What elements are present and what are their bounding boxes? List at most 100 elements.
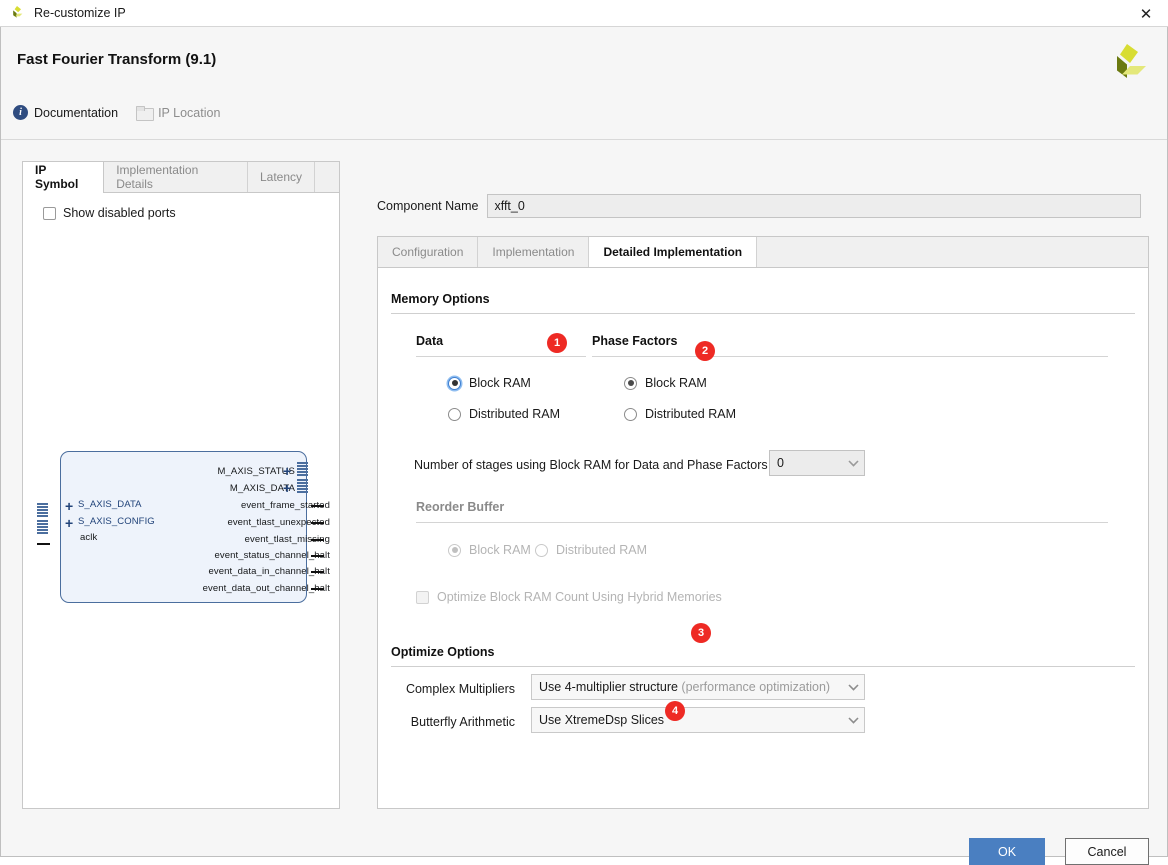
radio-reorder-block-ram: Block RAM xyxy=(448,543,531,557)
close-icon[interactable]: ✕ xyxy=(1124,0,1168,27)
stages-select[interactable]: 0 xyxy=(769,450,865,476)
tab-configuration[interactable]: Configuration xyxy=(378,237,478,267)
data-group-heading: Data xyxy=(416,334,443,348)
ip-location-label: IP Location xyxy=(158,106,220,120)
port-stub-event-tlast-unexpected xyxy=(311,522,324,524)
stages-label: Number of stages using Block RAM for Dat… xyxy=(414,458,768,472)
optimize-options-rule xyxy=(391,666,1135,667)
radio-phase-block-ram-label: Block RAM xyxy=(645,376,707,390)
window-title: Re-customize IP xyxy=(34,6,126,20)
radio-data-block-ram-label: Block RAM xyxy=(469,376,531,390)
page-title: Fast Fourier Transform (9.1) xyxy=(17,51,216,68)
ok-button[interactable]: OK xyxy=(969,838,1045,865)
ok-button-label: OK xyxy=(998,845,1016,859)
complex-multipliers-select[interactable]: Use 4-multiplier structure (performance … xyxy=(531,674,865,700)
radio-indicator xyxy=(448,377,461,390)
memory-options-rule xyxy=(391,313,1135,314)
radio-indicator xyxy=(624,377,637,390)
port-stub-event-data-out-channel-halt xyxy=(311,588,324,590)
expand-icon-m-axis-status[interactable]: + xyxy=(283,464,291,478)
header-links: i Documentation IP Location xyxy=(13,105,238,120)
checkbox-box xyxy=(416,591,429,604)
tab-implementation-label: Implementation xyxy=(492,245,574,259)
main-tabstrip-filler xyxy=(757,237,1148,267)
radio-reorder-distributed-ram: Distributed RAM xyxy=(535,543,647,557)
radio-indicator xyxy=(448,544,461,557)
tab-detailed-implementation[interactable]: Detailed Implementation xyxy=(589,237,757,267)
tab-configuration-label: Configuration xyxy=(392,245,463,259)
chevron-down-icon xyxy=(842,684,864,691)
complex-multipliers-value: Use 4-multiplier structure (performance … xyxy=(532,680,842,694)
reorder-buffer-rule xyxy=(416,522,1108,523)
port-label-s-axis-config: S_AXIS_CONFIG xyxy=(78,516,155,527)
phase-factors-group-heading: Phase Factors xyxy=(592,334,677,348)
complex-multipliers-label: Complex Multipliers xyxy=(395,682,515,696)
cancel-button-label: Cancel xyxy=(1088,845,1127,859)
component-name-label: Component Name xyxy=(377,199,478,213)
annotation-badge-4: 4 xyxy=(665,701,685,721)
port-stub-aclk xyxy=(37,543,50,545)
tab-detailed-implementation-label: Detailed Implementation xyxy=(603,245,742,259)
bus-stub-m-axis-status xyxy=(297,462,308,478)
tab-implementation[interactable]: Implementation xyxy=(478,237,589,267)
ip-symbol-panel: IP Symbol Implementation Details Latency… xyxy=(22,161,340,809)
annotation-badge-2: 2 xyxy=(695,341,715,361)
port-stub-event-tlast-missing xyxy=(311,539,324,541)
xilinx-logo xyxy=(1105,41,1149,85)
bus-stub-s-axis-data xyxy=(37,503,48,519)
radio-data-distributed-ram-label: Distributed RAM xyxy=(469,407,560,421)
radio-reorder-block-ram-label: Block RAM xyxy=(469,543,531,557)
port-label-aclk: aclk xyxy=(80,532,97,543)
dialog-header: Fast Fourier Transform (9.1) i Documenta… xyxy=(1,27,1167,140)
component-name-row: Component Name xyxy=(377,194,1141,218)
memory-options-heading: Memory Options xyxy=(391,292,490,306)
stages-select-value: 0 xyxy=(770,456,842,470)
cancel-button[interactable]: Cancel xyxy=(1065,838,1149,865)
expand-icon-m-axis-data[interactable]: + xyxy=(283,481,291,495)
detailed-implementation-content: Memory Options Data Block RAM Distribute… xyxy=(377,267,1149,809)
phase-factors-group-rule xyxy=(592,356,1108,357)
reorder-buffer-heading: Reorder Buffer xyxy=(416,500,504,514)
radio-phase-block-ram[interactable]: Block RAM xyxy=(624,376,707,390)
port-stub-event-status-channel-halt xyxy=(311,555,324,557)
bus-stub-m-axis-data xyxy=(297,479,308,495)
documentation-label: Documentation xyxy=(34,106,118,120)
radio-data-distributed-ram[interactable]: Distributed RAM xyxy=(448,407,560,421)
ip-location-link[interactable]: IP Location xyxy=(136,106,220,120)
optimize-hybrid-memories-checkbox: Optimize Block RAM Count Using Hybrid Me… xyxy=(416,590,722,604)
radio-phase-distributed-ram[interactable]: Distributed RAM xyxy=(624,407,736,421)
folder-icon xyxy=(136,106,152,119)
component-name-input[interactable] xyxy=(487,194,1141,218)
ip-customize-dialog: Fast Fourier Transform (9.1) i Documenta… xyxy=(0,27,1168,857)
radio-reorder-distributed-ram-label: Distributed RAM xyxy=(556,543,647,557)
butterfly-arithmetic-label: Butterfly Arithmetic xyxy=(395,715,515,729)
ip-symbol-diagram: + S_AXIS_DATA + S_AXIS_CONFIG aclk M_AXI… xyxy=(23,162,341,810)
annotation-badge-1: 1 xyxy=(547,333,567,353)
optimize-hybrid-memories-label: Optimize Block RAM Count Using Hybrid Me… xyxy=(437,590,722,604)
main-tabstrip: Configuration Implementation Detailed Im… xyxy=(377,236,1149,267)
port-stub-event-frame-started xyxy=(311,505,324,507)
bus-stub-s-axis-config xyxy=(37,520,48,536)
chevron-down-icon xyxy=(842,460,864,467)
info-icon: i xyxy=(13,105,28,120)
complex-multipliers-value-note: (performance optimization) xyxy=(681,680,830,694)
data-group-rule xyxy=(416,356,586,357)
xilinx-logo-icon xyxy=(9,5,25,21)
optimize-options-heading: Optimize Options xyxy=(391,645,494,659)
radio-indicator xyxy=(624,408,637,421)
expand-icon-s-axis-data[interactable]: + xyxy=(65,499,73,513)
chevron-down-icon xyxy=(842,717,864,724)
annotation-badge-3: 3 xyxy=(691,623,711,643)
radio-phase-distributed-ram-label: Distributed RAM xyxy=(645,407,736,421)
expand-icon-s-axis-config[interactable]: + xyxy=(65,516,73,530)
butterfly-arithmetic-select[interactable]: Use XtremeDsp Slices xyxy=(531,707,865,733)
documentation-link[interactable]: i Documentation xyxy=(13,105,118,120)
settings-panel: Configuration Implementation Detailed Im… xyxy=(377,236,1149,809)
radio-indicator xyxy=(448,408,461,421)
window-titlebar: Re-customize IP ✕ xyxy=(0,0,1168,27)
radio-data-block-ram[interactable]: Block RAM xyxy=(448,376,531,390)
butterfly-arithmetic-value: Use XtremeDsp Slices xyxy=(532,713,842,727)
complex-multipliers-value-main: Use 4-multiplier structure xyxy=(539,680,678,694)
port-stub-event-data-in-channel-halt xyxy=(311,571,324,573)
radio-indicator xyxy=(535,544,548,557)
